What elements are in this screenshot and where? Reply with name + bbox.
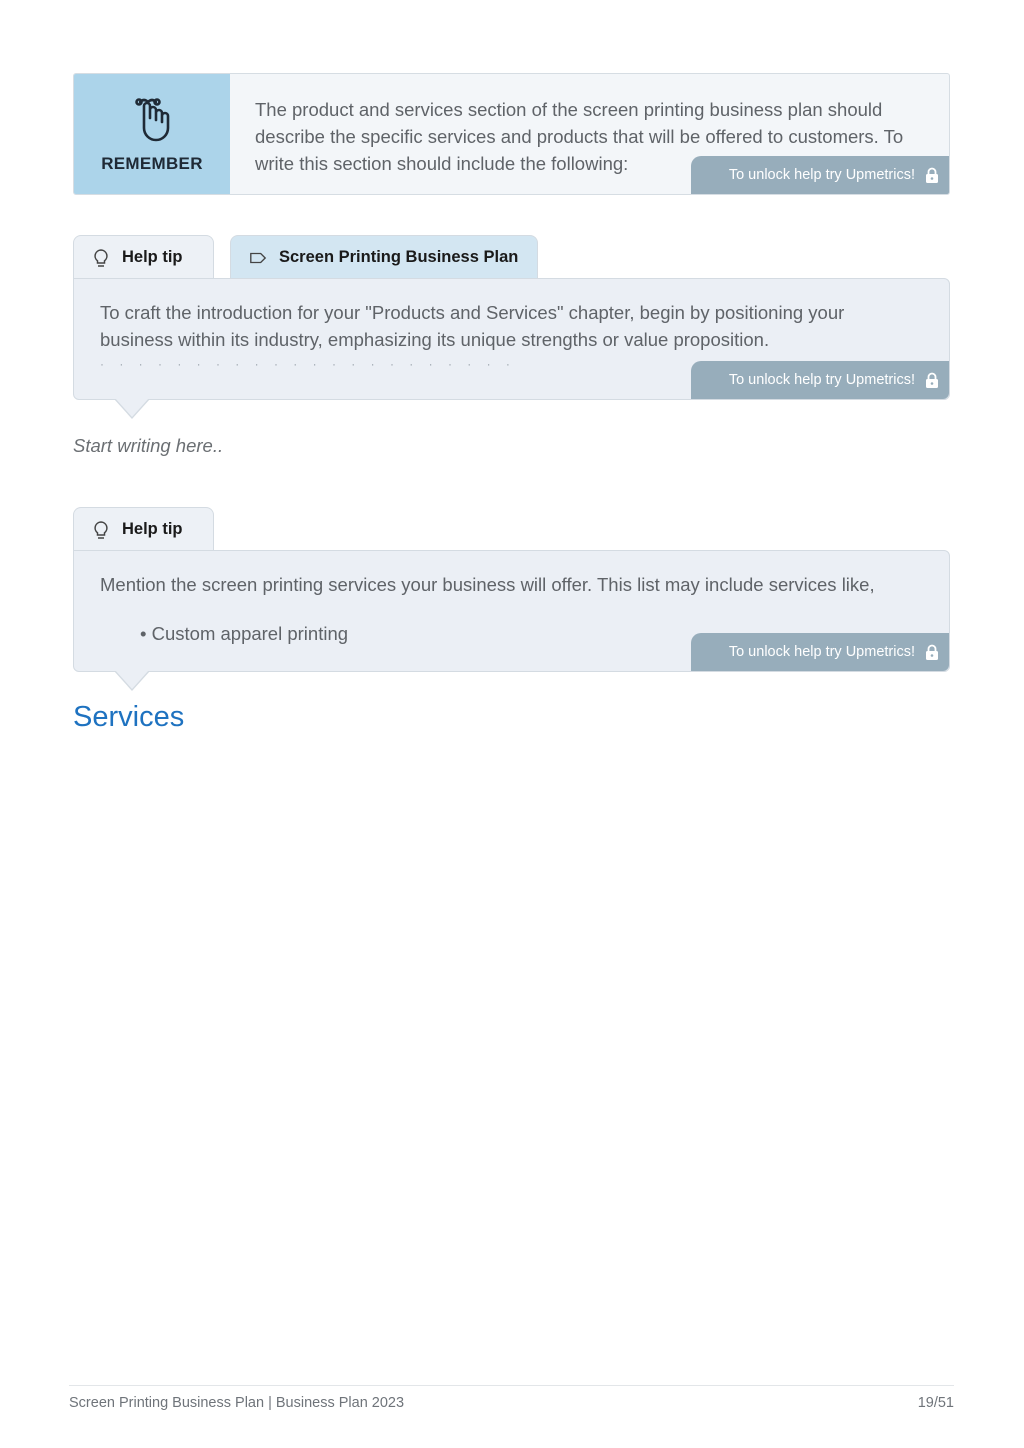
remember-callout: REMEMBER The product and services sectio… — [73, 73, 950, 195]
bullet-item: • Custom apparel printing — [140, 623, 349, 644]
unlock-button[interactable]: To unlock help try Upmetrics! — [691, 156, 949, 194]
help-tip-text: Mention the screen printing services you… — [100, 574, 875, 595]
help-tip-box: To craft the introduction for your "Prod… — [73, 278, 950, 419]
help-tip-text: To craft the introduction for your "Prod… — [100, 302, 845, 350]
unlock-label: To unlock help try Upmetrics! — [728, 167, 915, 183]
tip-pointer — [114, 670, 150, 691]
unlock-button[interactable]: To unlock help try Upmetrics! — [691, 633, 949, 671]
lock-icon — [926, 644, 938, 660]
tab-help-tip[interactable]: Help tip — [73, 507, 214, 551]
unlock-button[interactable]: To unlock help try Upmetrics! — [691, 361, 949, 399]
tab-label: Help tip — [122, 520, 183, 538]
tab-help-tip[interactable]: Help tip — [73, 235, 214, 279]
remember-label: REMEMBER — [101, 154, 203, 173]
footer-divider — [69, 1385, 954, 1386]
footer-title: Screen Printing Business Plan | Business… — [69, 1395, 405, 1411]
lock-icon — [926, 372, 938, 388]
section-heading: Services — [73, 701, 185, 733]
editor-input[interactable]: Start writing here.. — [73, 435, 223, 457]
tab-label: Help tip — [122, 248, 183, 266]
lightbulb-icon — [94, 520, 108, 539]
unlock-label: To unlock help try Upmetrics! — [728, 644, 915, 660]
tag-icon — [250, 252, 267, 263]
tip-pointer — [114, 398, 150, 419]
tip1-tabs: Help tip Screen Printing Business Plan — [73, 235, 538, 279]
remember-sidebar: REMEMBER — [74, 74, 230, 194]
lock-icon — [926, 167, 938, 183]
lightbulb-icon — [94, 248, 108, 267]
tab-screen-printing-business-plan[interactable]: Screen Printing Business Plan — [230, 235, 538, 279]
tip2-tabs: Help tip — [73, 507, 214, 551]
faded-text: · · · · · · · · · · · · · · · · · · · · … — [100, 357, 516, 371]
tab-label: Screen Printing Business Plan — [279, 248, 519, 266]
unlock-label: To unlock help try Upmetrics! — [728, 372, 915, 388]
finger-string-icon — [135, 98, 170, 142]
page-number: 19/51 — [917, 1395, 954, 1411]
help-tip-box: Mention the screen printing services you… — [73, 550, 950, 691]
